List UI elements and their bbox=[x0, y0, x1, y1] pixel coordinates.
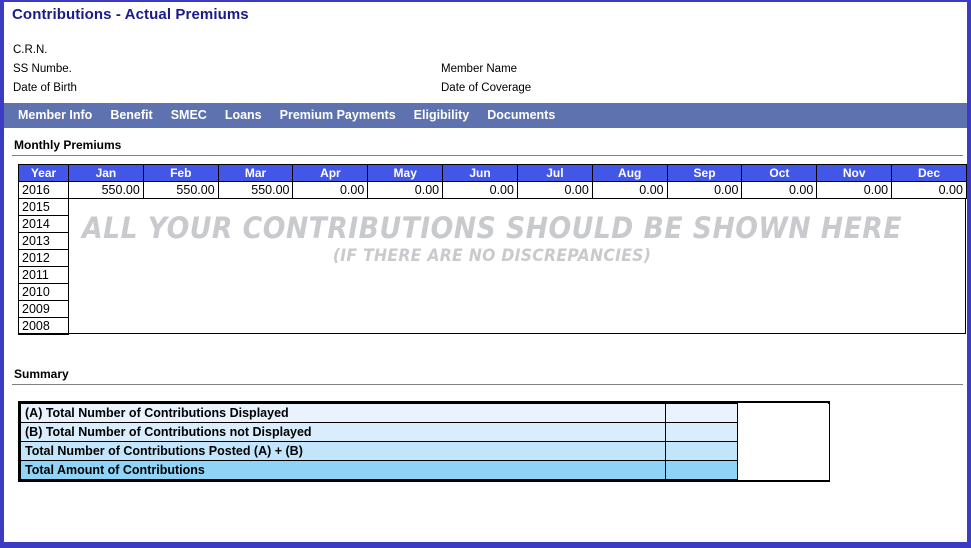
summary-label-cell: Total Number of Contributions Posted (A)… bbox=[20, 441, 666, 461]
summary-divider bbox=[12, 384, 963, 385]
summary-label-cell: Total Amount of Contributions bbox=[20, 460, 666, 480]
column-header-oct: Oct bbox=[741, 164, 818, 182]
summary-heading: Summary bbox=[14, 367, 69, 381]
year-cell[interactable]: 2009 bbox=[18, 300, 69, 318]
nav-item-member-info[interactable]: Member Info bbox=[18, 103, 102, 128]
column-header-sep: Sep bbox=[666, 164, 743, 182]
table-header-row: Year Jan Feb Mar Apr May Jun Jul Aug Sep Oct Nov Dec bbox=[18, 164, 967, 182]
table-row: 2012 bbox=[18, 249, 967, 267]
empty-premium-row-area bbox=[69, 199, 967, 216]
member-header-left-column: C.R.N. SS Numbe. Date of Birth bbox=[13, 41, 77, 98]
premium-amount-cell[interactable]: 550.00 bbox=[142, 181, 219, 199]
table-row: 2010 bbox=[18, 283, 967, 301]
summary-spacer-cell bbox=[737, 460, 829, 480]
summary-section: Summary (A) Total Number of Contribution… bbox=[4, 335, 967, 482]
monthly-premiums-table: Year Jan Feb Mar Apr May Jun Jul Aug Sep Oct Nov Dec… bbox=[18, 164, 967, 335]
empty-premium-row-area bbox=[69, 267, 967, 284]
column-header-mar: Mar bbox=[217, 164, 294, 182]
member-header-block: C.R.N. SS Numbe. Date of Birth Member Na… bbox=[4, 41, 967, 103]
year-cell[interactable]: 2010 bbox=[18, 283, 69, 301]
crn-label: C.R.N. bbox=[13, 44, 48, 56]
ss-number-label: SS Numbe. bbox=[13, 63, 72, 75]
empty-premium-row-area bbox=[69, 233, 967, 250]
summary-row: Total Number of Contributions Posted (A)… bbox=[20, 441, 829, 461]
year-cell[interactable]: 2015 bbox=[18, 198, 69, 216]
empty-premium-row-area bbox=[69, 318, 967, 335]
monthly-premiums-heading: Monthly Premiums bbox=[14, 138, 122, 152]
date-of-birth-label: Date of Birth bbox=[13, 82, 77, 94]
premium-amount-cell[interactable]: 0.00 bbox=[516, 181, 593, 199]
nav-item-documents[interactable]: Documents bbox=[487, 103, 565, 128]
table-row: 2011 bbox=[18, 266, 967, 284]
column-header-aug: Aug bbox=[591, 164, 668, 182]
premium-amount-cell[interactable]: 0.00 bbox=[891, 181, 967, 199]
page-title: Contributions - Actual Premiums bbox=[12, 6, 249, 23]
member-header-right-column: Member Name Date of Coverage bbox=[441, 60, 531, 98]
premium-amount-cell[interactable]: 0.00 bbox=[367, 181, 444, 199]
application-window: Contributions - Actual Premiums C.R.N. S… bbox=[0, 0, 971, 548]
monthly-premiums-section: Monthly Premiums Year Jan Feb Mar Apr May Jun J… bbox=[4, 128, 967, 335]
summary-table: (A) Total Number of Contributions Displa… bbox=[20, 403, 829, 480]
table-row: 2016 550.00 550.00 550.00 0.00 0.00 0.00 0.00 0.… bbox=[18, 181, 967, 199]
year-cell[interactable]: 2012 bbox=[18, 249, 69, 267]
date-of-coverage-label: Date of Coverage bbox=[441, 82, 532, 94]
summary-label-cell: (A) Total Number of Contributions Displa… bbox=[20, 403, 666, 423]
year-cell[interactable]: 2008 bbox=[18, 317, 69, 335]
premium-amount-cell[interactable]: 0.00 bbox=[816, 181, 893, 199]
column-header-nov: Nov bbox=[816, 164, 893, 182]
premium-amount-cell[interactable]: 550.00 bbox=[68, 181, 144, 199]
summary-row: (A) Total Number of Contributions Displa… bbox=[20, 403, 829, 423]
column-header-jun: Jun bbox=[442, 164, 518, 182]
nav-item-benefit[interactable]: Benefit bbox=[110, 103, 162, 128]
summary-value-cell[interactable] bbox=[665, 441, 738, 461]
table-row: 2013 bbox=[18, 232, 967, 250]
monthly-premiums-divider bbox=[12, 155, 963, 156]
nav-item-premium-payments[interactable]: Premium Payments bbox=[280, 103, 406, 128]
column-header-jul: Jul bbox=[516, 164, 593, 182]
year-cell[interactable]: 2016 bbox=[18, 181, 69, 199]
page-content: Contributions - Actual Premiums C.R.N. S… bbox=[4, 2, 967, 542]
member-name-label: Member Name bbox=[441, 63, 518, 75]
premium-amount-cell[interactable]: 550.00 bbox=[217, 181, 294, 199]
nav-item-smec[interactable]: SMEC bbox=[171, 103, 217, 128]
column-header-apr: Apr bbox=[292, 164, 369, 182]
year-cell[interactable]: 2014 bbox=[18, 215, 69, 233]
main-navigation-bar: Member Info Benefit SMEC Loans Premium P… bbox=[4, 103, 967, 128]
summary-row: Total Amount of Contributions bbox=[20, 460, 829, 480]
nav-item-eligibility[interactable]: Eligibility bbox=[414, 103, 480, 128]
column-header-may: May bbox=[367, 164, 444, 182]
year-cell[interactable]: 2013 bbox=[18, 232, 69, 250]
table-row: 2014 bbox=[18, 215, 967, 233]
column-header-dec: Dec bbox=[891, 164, 967, 182]
empty-premium-row-area bbox=[69, 301, 967, 318]
summary-spacer-cell bbox=[737, 403, 829, 423]
table-row: 2008 bbox=[18, 317, 967, 335]
table-row: 2015 bbox=[18, 198, 967, 216]
column-header-feb: Feb bbox=[142, 164, 219, 182]
year-cell[interactable]: 2011 bbox=[18, 266, 69, 284]
summary-label-cell: (B) Total Number of Contributions not Di… bbox=[20, 422, 666, 442]
column-header-jan: Jan bbox=[68, 164, 144, 182]
summary-spacer-cell bbox=[737, 422, 829, 442]
premium-amount-cell[interactable]: 0.00 bbox=[292, 181, 369, 199]
table-row: 2009 bbox=[18, 300, 967, 318]
empty-premium-row-area bbox=[69, 216, 967, 233]
summary-row: (B) Total Number of Contributions not Di… bbox=[20, 422, 829, 442]
empty-premium-row-area bbox=[69, 250, 967, 267]
premium-amount-cell[interactable]: 0.00 bbox=[442, 181, 518, 199]
premium-amount-cell[interactable]: 0.00 bbox=[591, 181, 668, 199]
premium-amount-cell[interactable]: 0.00 bbox=[741, 181, 818, 199]
summary-table-wrapper: (A) Total Number of Contributions Displa… bbox=[18, 401, 830, 482]
column-header-year: Year bbox=[18, 164, 69, 182]
summary-value-cell[interactable] bbox=[665, 403, 738, 423]
empty-premium-row-area bbox=[69, 284, 967, 301]
summary-value-cell[interactable] bbox=[665, 422, 738, 442]
summary-value-cell[interactable] bbox=[665, 460, 738, 480]
nav-item-loans[interactable]: Loans bbox=[225, 103, 272, 128]
premium-amount-cell[interactable]: 0.00 bbox=[666, 181, 743, 199]
summary-spacer-cell bbox=[737, 441, 829, 461]
monthly-premiums-table-wrapper: Year Jan Feb Mar Apr May Jun Jul Aug Sep Oct Nov Dec… bbox=[18, 164, 967, 335]
